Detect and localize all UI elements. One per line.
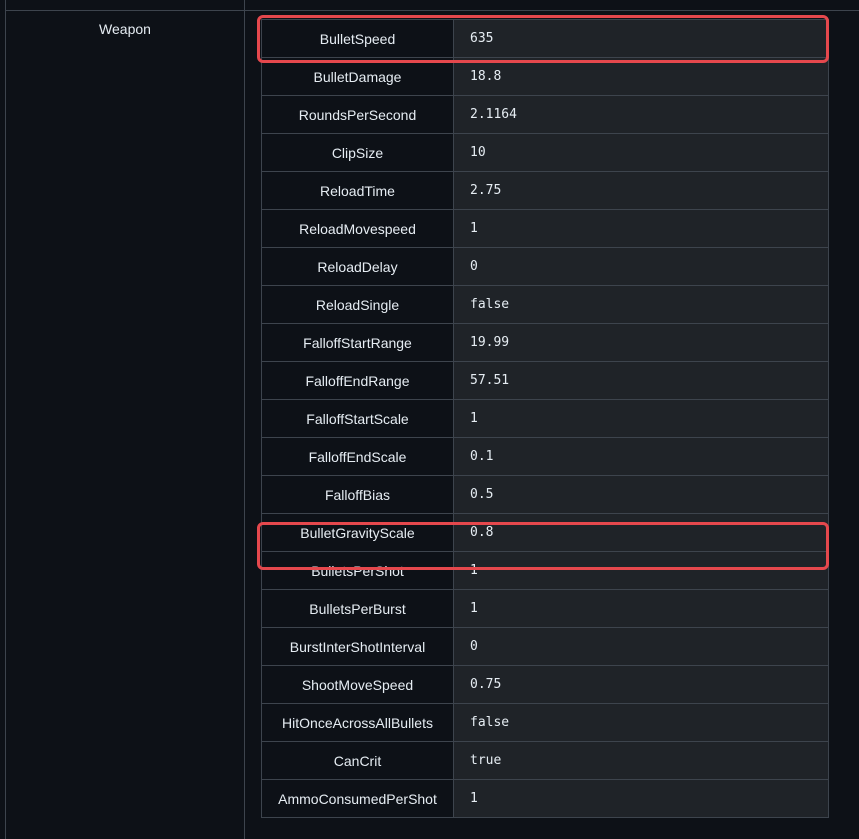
property-name-cell: BulletGravityScale: [261, 513, 454, 552]
property-value-cell: 2.1164: [453, 95, 829, 134]
table-row: FalloffEndScale 0.1: [261, 437, 829, 476]
property-value-cell: 0.5: [453, 475, 829, 514]
table-row: ClipSize 10: [261, 133, 829, 172]
property-value-cell: 1: [453, 779, 829, 818]
table-row: BulletDamage 18.8: [261, 57, 829, 96]
table-row: ReloadDelay 0: [261, 247, 829, 286]
property-value-cell: false: [453, 285, 829, 324]
table-row: BulletsPerShot 1: [261, 551, 829, 590]
property-name-cell: AmmoConsumedPerShot: [261, 779, 454, 818]
property-value-cell: 635: [453, 19, 829, 58]
property-name-cell: CanCrit: [261, 741, 454, 780]
property-value-cell: 18.8: [453, 57, 829, 96]
property-name-cell: ShootMoveSpeed: [261, 665, 454, 704]
property-value-cell: 57.51: [453, 361, 829, 400]
property-value-cell: 0.8: [453, 513, 829, 552]
table-row: ReloadTime 2.75: [261, 171, 829, 210]
property-name-cell: FalloffBias: [261, 475, 454, 514]
property-name-cell: BulletsPerBurst: [261, 589, 454, 628]
table-row: RoundsPerSecond 2.1164: [261, 95, 829, 134]
table-row: FalloffEndRange 57.51: [261, 361, 829, 400]
table-row: CanCrit true: [261, 741, 829, 780]
outer-table-top-border: [5, 10, 859, 11]
property-name-cell: FalloffStartRange: [261, 323, 454, 362]
table-row: BulletSpeed 635: [261, 19, 829, 58]
property-name-cell: FalloffStartScale: [261, 399, 454, 438]
table-row: HitOnceAcrossAllBullets false: [261, 703, 829, 742]
table-row: BulletGravityScale 0.8: [261, 513, 829, 552]
group-label: Weapon: [99, 21, 151, 37]
table-row: BulletsPerBurst 1: [261, 589, 829, 628]
property-value-cell: 0: [453, 627, 829, 666]
property-name-cell: ReloadTime: [261, 171, 454, 210]
outer-table-left-border: [5, 0, 6, 839]
property-value-cell: 0.1: [453, 437, 829, 476]
table-row: ShootMoveSpeed 0.75: [261, 665, 829, 704]
property-name-cell: BulletSpeed: [261, 19, 454, 58]
property-name-cell: FalloffEndRange: [261, 361, 454, 400]
property-value-cell: 0.75: [453, 665, 829, 704]
table-row: FalloffStartScale 1: [261, 399, 829, 438]
property-name-cell: HitOnceAcrossAllBullets: [261, 703, 454, 742]
property-name-cell: BulletDamage: [261, 57, 454, 96]
property-value-cell: 0: [453, 247, 829, 286]
property-value-cell: 1: [453, 551, 829, 590]
property-name-cell: ReloadMovespeed: [261, 209, 454, 248]
outer-table-column-divider: [244, 0, 245, 839]
property-name-cell: RoundsPerSecond: [261, 95, 454, 134]
property-name-cell: ClipSize: [261, 133, 454, 172]
table-row: FalloffBias 0.5: [261, 475, 829, 514]
property-value-cell: 10: [453, 133, 829, 172]
property-name-cell: ReloadSingle: [261, 285, 454, 324]
property-name-cell: BurstInterShotInterval: [261, 627, 454, 666]
property-value-cell: true: [453, 741, 829, 780]
table-row: AmmoConsumedPerShot 1: [261, 779, 829, 818]
property-value-cell: 1: [453, 209, 829, 248]
table-row: FalloffStartRange 19.99: [261, 323, 829, 362]
properties-table: BulletSpeed 635 BulletDamage 18.8 RoundsPerS…: [261, 19, 829, 818]
property-name-cell: FalloffEndScale: [261, 437, 454, 476]
property-value-cell: false: [453, 703, 829, 742]
property-value-cell: 1: [453, 399, 829, 438]
property-value-cell: 2.75: [453, 171, 829, 210]
property-value-cell: 1: [453, 589, 829, 628]
properties-table-body: BulletSpeed 635 BulletDamage 18.8 RoundsPerS…: [261, 19, 829, 818]
table-row: ReloadSingle false: [261, 285, 829, 324]
property-value-cell: 19.99: [453, 323, 829, 362]
table-row: ReloadMovespeed 1: [261, 209, 829, 248]
property-name-cell: ReloadDelay: [261, 247, 454, 286]
page: Weapon BulletSpeed 635 BulletDamage 18.8 Rou…: [0, 0, 859, 839]
table-row: BurstInterShotInterval 0: [261, 627, 829, 666]
property-name-cell: BulletsPerShot: [261, 551, 454, 590]
